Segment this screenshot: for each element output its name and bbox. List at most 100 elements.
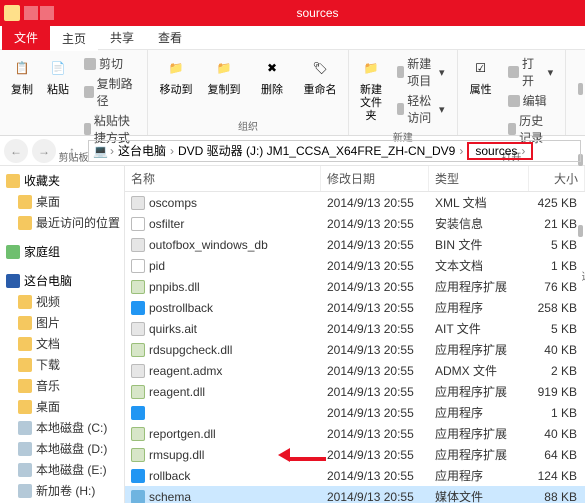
up-button[interactable]: ↑ bbox=[60, 139, 84, 163]
sidebar-item[interactable]: 文档 bbox=[0, 333, 124, 354]
paste-button[interactable]: 📄粘贴 bbox=[44, 54, 72, 97]
ribbon-new: 📁新建 文件夹 新建项目 ▾ 轻松访问 ▾ 新建 bbox=[349, 50, 458, 135]
star-icon bbox=[6, 174, 20, 188]
copyto-button[interactable]: 📁复制到 bbox=[204, 54, 244, 97]
sidebar-item[interactable]: 本地磁盘 (C:) bbox=[0, 417, 124, 438]
sidebar-item[interactable]: 下载 bbox=[0, 354, 124, 375]
moveto-button[interactable]: 📁移动到 bbox=[156, 54, 196, 97]
breadcrumb-folder[interactable]: sources bbox=[473, 144, 519, 158]
file-icon bbox=[131, 427, 145, 441]
open-button[interactable]: 打开 ▾ bbox=[504, 54, 557, 90]
folder-icon bbox=[18, 195, 32, 209]
tab-view[interactable]: 查看 bbox=[146, 25, 194, 50]
delete-button[interactable]: ✖删除 bbox=[252, 54, 292, 97]
sidebar-homegroup[interactable]: 家庭组 bbox=[0, 241, 124, 262]
sidebar-item[interactable]: 视频 bbox=[0, 291, 124, 312]
pc-icon: 💻 bbox=[93, 144, 108, 158]
copy-path-button[interactable]: 复制路径 bbox=[80, 74, 139, 110]
history-icon bbox=[508, 123, 516, 135]
header-size[interactable]: 大小 bbox=[529, 166, 585, 191]
menubar: 文件 主页 共享 查看 bbox=[0, 26, 585, 50]
file-icon bbox=[131, 469, 145, 483]
column-headers: 名称 修改日期 类型 大小 bbox=[125, 166, 585, 192]
selectall-icon bbox=[578, 83, 583, 95]
file-icon bbox=[131, 385, 145, 399]
file-row[interactable]: rmsupg.dll2014/9/13 20:55应用程序扩展64 KB bbox=[125, 444, 585, 465]
file-row[interactable]: reagent.dll2014/9/13 20:55应用程序扩展919 KB bbox=[125, 381, 585, 402]
qat-icon[interactable] bbox=[24, 6, 38, 20]
file-row[interactable]: schema2014/9/13 20:55媒体文件88 KB bbox=[125, 486, 585, 503]
file-row[interactable]: osfilter2014/9/13 20:55安装信息21 KB bbox=[125, 213, 585, 234]
properties-button[interactable]: ☑属性 bbox=[466, 54, 496, 97]
sidebar-item[interactable]: 图片 bbox=[0, 312, 124, 333]
ribbon: 📋复制 📄粘贴 剪切 复制路径 粘贴快捷方式 剪贴板 📁移动到 📁复制到 ✖删除… bbox=[0, 50, 585, 136]
header-name[interactable]: 名称 bbox=[125, 166, 321, 191]
header-date[interactable]: 修改日期 bbox=[321, 166, 429, 191]
sidebar-item[interactable]: 本地磁盘 (D:) bbox=[0, 438, 124, 459]
sidebar-item[interactable]: 最近访问的位置 bbox=[0, 212, 124, 233]
file-icon bbox=[131, 364, 145, 378]
forward-button[interactable]: → bbox=[32, 139, 56, 163]
file-row[interactable]: quirks.ait2014/9/13 20:55AIT 文件5 KB bbox=[125, 318, 585, 339]
file-row[interactable]: reportgen.dll2014/9/13 20:55应用程序扩展40 KB bbox=[125, 423, 585, 444]
sidebar-item[interactable]: 桌面 bbox=[0, 396, 124, 417]
file-row[interactable]: reagent.admx2014/9/13 20:55ADMX 文件2 KB bbox=[125, 360, 585, 381]
sidebar-item[interactable]: 音乐 bbox=[0, 375, 124, 396]
breadcrumb[interactable]: 💻 › 这台电脑 › DVD 驱动器 (J:) JM1_CCSA_X64FRE_… bbox=[88, 140, 581, 162]
file-list: 名称 修改日期 类型 大小 oscomps2014/9/13 20:55XML … bbox=[125, 166, 585, 503]
breadcrumb-drive[interactable]: DVD 驱动器 (J:) JM1_CCSA_X64FRE_ZH-CN_DV9 bbox=[176, 142, 457, 159]
file-icon bbox=[131, 196, 145, 210]
cut-icon bbox=[84, 58, 96, 70]
easy-access-button[interactable]: 轻松访问 ▾ bbox=[393, 91, 449, 127]
file-icon bbox=[131, 322, 145, 336]
sidebar-favorites[interactable]: 收藏夹 bbox=[0, 170, 124, 191]
file-row[interactable]: 2014/9/13 20:55应用程序1 KB bbox=[125, 402, 585, 423]
file-row[interactable]: pid2014/9/13 20:55文本文档1 KB bbox=[125, 255, 585, 276]
pc-icon bbox=[6, 274, 20, 288]
file-row[interactable]: postrollback2014/9/13 20:55应用程序258 KB bbox=[125, 297, 585, 318]
drive-icon bbox=[18, 442, 32, 456]
sidebar-item[interactable]: 本地磁盘 (E:) bbox=[0, 459, 124, 480]
drive-icon bbox=[18, 379, 32, 393]
new-folder-button[interactable]: 📁新建 文件夹 bbox=[357, 54, 385, 123]
file-icon bbox=[131, 406, 145, 420]
file-row[interactable]: rollback2014/9/13 20:55应用程序124 KB bbox=[125, 465, 585, 486]
drive-icon bbox=[18, 316, 32, 330]
tab-file[interactable]: 文件 bbox=[2, 25, 50, 50]
rename-button[interactable]: 🏷重命名 bbox=[300, 54, 340, 97]
file-icon bbox=[131, 238, 145, 252]
file-row[interactable]: outofbox_windows_db2014/9/13 20:55BIN 文件… bbox=[125, 234, 585, 255]
copy-button[interactable]: 📋复制 bbox=[8, 54, 36, 97]
titlebar: sources bbox=[0, 0, 585, 26]
tab-share[interactable]: 共享 bbox=[98, 25, 146, 50]
back-button[interactable]: ← bbox=[4, 139, 28, 163]
qat-icon[interactable] bbox=[40, 6, 54, 20]
sidebar-thispc[interactable]: 这台电脑 bbox=[0, 270, 124, 291]
breadcrumb-root[interactable]: 这台电脑 bbox=[116, 142, 168, 159]
edit-button[interactable]: 编辑 bbox=[504, 91, 557, 110]
file-row[interactable]: rdsupgcheck.dll2014/9/13 20:55应用程序扩展40 K… bbox=[125, 339, 585, 360]
file-icon bbox=[131, 280, 145, 294]
tab-home[interactable]: 主页 bbox=[50, 24, 98, 51]
file-icon bbox=[131, 490, 145, 503]
ribbon-open: ☑属性 打开 ▾ 编辑 历史记录 打开 bbox=[458, 50, 567, 135]
open-icon bbox=[508, 66, 519, 78]
new-item-button[interactable]: 新建项目 ▾ bbox=[393, 54, 449, 90]
cut-button[interactable]: 剪切 bbox=[80, 54, 139, 73]
homegroup-icon bbox=[6, 245, 20, 259]
sidebar-item[interactable]: 新加卷 (H:) bbox=[0, 480, 124, 501]
file-icon bbox=[131, 343, 145, 357]
drive-icon bbox=[18, 337, 32, 351]
file-row[interactable]: pnpibs.dll2014/9/13 20:55应用程序扩展76 KB bbox=[125, 276, 585, 297]
select-all-button[interactable]: 全部选择 bbox=[574, 54, 585, 124]
drive-icon bbox=[18, 400, 32, 414]
file-icon bbox=[131, 259, 145, 273]
sidebar-item[interactable]: 桌面 bbox=[0, 191, 124, 212]
ribbon-select: 全部选择 全部取消 反向选择 选择 bbox=[566, 50, 585, 135]
folder-icon bbox=[4, 5, 20, 21]
header-type[interactable]: 类型 bbox=[429, 166, 529, 191]
easy-icon bbox=[397, 103, 404, 115]
file-row[interactable]: oscomps2014/9/13 20:55XML 文档425 KB bbox=[125, 192, 585, 213]
sidebar: 收藏夹 桌面最近访问的位置 家庭组 这台电脑 视频图片文档下载音乐桌面本地磁盘 … bbox=[0, 166, 125, 503]
shortcut-icon bbox=[84, 123, 91, 135]
